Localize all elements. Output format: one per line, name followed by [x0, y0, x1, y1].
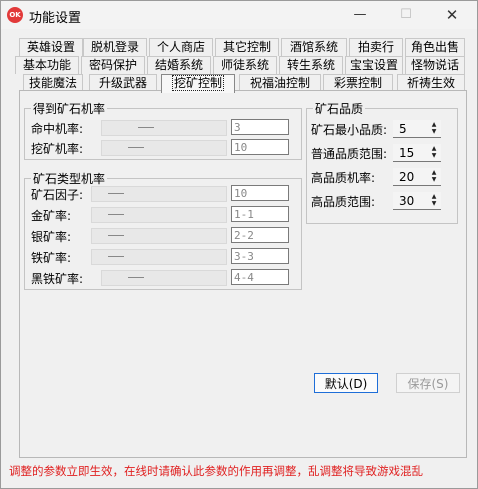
tab-hero-settings[interactable]: 英雄设置 — [19, 38, 83, 56]
spinner-arrows-icon[interactable]: ▲ ▼ — [429, 145, 439, 159]
slider-thumb[interactable] — [138, 127, 154, 128]
min-quality-value: 5 — [399, 122, 407, 136]
black-iron-ore-rate-value[interactable]: 4-4 — [231, 269, 289, 285]
ore-factor-label: 矿石因子: — [31, 188, 84, 202]
black-iron-ore-rate-label: 黑铁矿率: — [31, 272, 84, 286]
slider-thumb[interactable] — [108, 193, 124, 194]
window-title: 功能设置 — [29, 11, 82, 26]
settings-window: OK 功能设置 — ☐ ✕ 英雄设置 脱机登录 个人商店 其它控制 酒馆系统 拍… — [0, 0, 478, 489]
silver-ore-rate-slider[interactable] — [91, 228, 227, 244]
gold-ore-rate-slider[interactable] — [91, 207, 227, 223]
tab-auction[interactable]: 拍卖行 — [349, 38, 403, 56]
high-quality-rate-label: 高品质机率: — [311, 171, 376, 185]
tab-monster-speech[interactable]: 怪物说话 — [405, 56, 465, 74]
app-icon: OK — [7, 7, 23, 23]
warning-message: 调整的参数立即生效，在线时请确认此参数的作用再调整，乱调整将导致游戏混乱 — [9, 464, 423, 478]
iron-ore-rate-label: 铁矿率: — [31, 251, 72, 265]
title-bar[interactable]: OK 功能设置 — ☐ ✕ — [1, 1, 477, 29]
iron-ore-rate-value[interactable]: 3-3 — [231, 248, 289, 264]
high-quality-range-spinner[interactable]: 30 ▲ ▼ — [393, 192, 441, 210]
spinner-arrows-icon[interactable]: ▲ ▼ — [429, 169, 439, 183]
silver-ore-rate-value[interactable]: 2-2 — [231, 227, 289, 243]
mining-control-panel: 得到矿石机率 命中机率: 3 挖矿机率: 10 矿石类型机率 矿石因子: 10 … — [19, 90, 467, 458]
tab-character-sale[interactable]: 角色出售 — [405, 38, 465, 56]
normal-quality-range-value: 15 — [399, 146, 415, 160]
tab-personal-shop[interactable]: 个人商店 — [149, 38, 213, 56]
high-quality-rate-spinner[interactable]: 20 ▲ ▼ — [393, 168, 441, 186]
tab-tavern-system[interactable]: 酒馆系统 — [281, 38, 347, 56]
slider-thumb[interactable] — [108, 214, 124, 215]
ore-rate-group: 得到矿石机率 命中机率: 3 挖矿机率: 10 — [24, 100, 302, 160]
slider-thumb[interactable] — [128, 277, 144, 278]
black-iron-ore-rate-slider[interactable] — [101, 270, 227, 286]
ore-quality-group-title: 矿石品质 — [313, 100, 366, 117]
high-quality-range-value: 30 — [399, 194, 415, 208]
ore-rate-group-title: 得到矿石机率 — [31, 100, 108, 117]
silver-ore-rate-label: 银矿率: — [31, 230, 72, 244]
spinner-arrows-icon[interactable]: ▲ ▼ — [429, 121, 439, 135]
high-quality-range-label: 高品质范围: — [311, 195, 376, 209]
slider-thumb[interactable] — [108, 256, 124, 257]
ore-type-group-title: 矿石类型机率 — [31, 170, 108, 187]
gold-ore-rate-label: 金矿率: — [31, 209, 72, 223]
gold-ore-rate-value[interactable]: 1-1 — [231, 206, 289, 222]
spinner-arrows-icon[interactable]: ▲ ▼ — [429, 193, 439, 207]
close-button[interactable]: ✕ — [429, 1, 475, 29]
hit-rate-value[interactable]: 3 — [231, 119, 289, 135]
tab-mining-control[interactable]: 挖矿控制 — [161, 74, 235, 93]
minimize-button[interactable]: — — [337, 1, 383, 29]
hit-rate-label: 命中机率: — [31, 122, 84, 136]
slider-thumb[interactable] — [128, 147, 144, 148]
mining-rate-label: 挖矿机率: — [31, 142, 84, 156]
tab-offline-login[interactable]: 脱机登录 — [83, 38, 147, 56]
normal-quality-range-label: 普通品质范围: — [311, 147, 388, 161]
ore-factor-value[interactable]: 10 — [231, 185, 289, 201]
normal-quality-range-spinner[interactable]: 15 ▲ ▼ — [393, 144, 441, 162]
min-quality-spinner[interactable]: 5 ▲ ▼ — [393, 120, 441, 138]
hit-rate-slider[interactable] — [101, 120, 227, 136]
default-button[interactable]: 默认(D) — [314, 373, 378, 393]
high-quality-rate-value: 20 — [399, 170, 415, 184]
tab-basic-functions[interactable]: 基本功能 — [15, 56, 79, 74]
tab-marriage-system[interactable]: 结婚系统 — [147, 56, 211, 74]
ore-factor-slider[interactable] — [91, 186, 227, 202]
tab-mentor-system[interactable]: 师徒系统 — [213, 56, 277, 74]
tab-pet-settings[interactable]: 宝宝设置 — [345, 56, 403, 74]
ore-quality-group: 矿石品质 矿石最小品质: 5 ▲ ▼ 普通品质范围: 15 ▲ ▼ 高品质机率: 2… — [306, 100, 458, 224]
tab-other-control[interactable]: 其它控制 — [215, 38, 279, 56]
slider-thumb[interactable] — [108, 235, 124, 236]
mining-rate-value[interactable]: 10 — [231, 139, 289, 155]
iron-ore-rate-slider[interactable] — [91, 249, 227, 265]
min-quality-label: 矿石最小品质: — [311, 123, 388, 137]
save-button[interactable]: 保存(S) — [396, 373, 460, 393]
tab-password-protection[interactable]: 密码保护 — [81, 56, 145, 74]
maximize-button[interactable]: ☐ — [383, 1, 429, 29]
ore-type-group: 矿石类型机率 矿石因子: 10 金矿率: 1-1 银矿率: 2-2 铁矿率: 3… — [24, 170, 302, 290]
tab-rebirth-system[interactable]: 转生系统 — [279, 56, 343, 74]
mining-rate-slider[interactable] — [101, 140, 227, 156]
